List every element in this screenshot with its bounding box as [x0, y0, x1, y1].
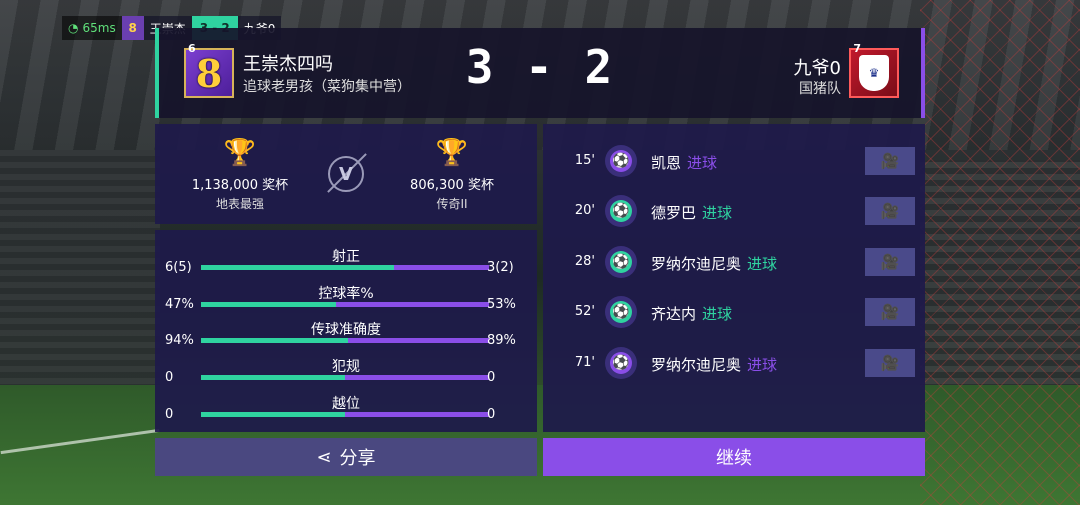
- match-header: 6 8 王崇杰四吗 追球老男孩（菜狗集中营） 3 - 2 九爷0 国猪队 7 ♛: [155, 28, 925, 118]
- home-trophy-count: 1,138,000 奖杯: [191, 178, 289, 193]
- stat-label: 控球率%: [318, 286, 374, 302]
- football-icon: ⚽: [605, 145, 637, 177]
- trophy-icon: 🏆: [435, 138, 469, 168]
- video-camera-icon: 🎥: [880, 202, 900, 220]
- video-replay-button[interactable]: 🎥: [865, 349, 915, 377]
- event-player-name: 齐达内: [651, 305, 697, 323]
- mini-home-badge: 8: [121, 16, 144, 40]
- share-button[interactable]: ⋖ 分享: [155, 438, 537, 476]
- stadium-stands-left: [0, 150, 160, 390]
- event-goal-label: 进球: [747, 356, 778, 374]
- stat-row: 犯规 0 0: [155, 356, 537, 392]
- stat-bar: [201, 265, 489, 270]
- stat-away-value: 3(2): [487, 260, 514, 275]
- video-replay-button[interactable]: 🎥: [865, 197, 915, 225]
- event-player-name: 罗纳尔迪尼奥: [651, 356, 742, 374]
- event-player: 齐达内 进球: [651, 303, 732, 324]
- away-trophy-count: 806,300 奖杯: [410, 178, 494, 193]
- stat-home-value: 94%: [165, 333, 194, 348]
- video-camera-icon: 🎥: [880, 152, 900, 170]
- share-icon: ⋖: [316, 446, 332, 468]
- stat-bar-home: [201, 412, 345, 417]
- away-league: 传奇II: [436, 197, 468, 211]
- stat-bar: [201, 338, 489, 343]
- continue-label: 继续: [716, 448, 752, 469]
- event-player: 德罗巴 进球: [651, 202, 732, 223]
- football-icon: ⚽: [605, 195, 637, 227]
- stat-bar: [201, 302, 489, 307]
- event-goal-label: 进球: [687, 154, 718, 172]
- stat-bar-home: [201, 375, 345, 380]
- stat-home-value: 0: [165, 370, 174, 385]
- event-player-name: 罗纳尔迪尼奥: [651, 255, 742, 273]
- ping-value: 65ms: [82, 21, 116, 35]
- stat-away-value: 0: [487, 407, 496, 422]
- goal-event: 15' ⚽ 凯恩 进球 🎥: [543, 141, 925, 181]
- event-goal-label: 进球: [702, 204, 733, 222]
- video-replay-button[interactable]: 🎥: [865, 248, 915, 276]
- event-minute: 28': [574, 254, 595, 269]
- video-replay-button[interactable]: 🎥: [865, 147, 915, 175]
- stat-row: 控球率% 47% 53%: [155, 283, 537, 319]
- goal-events-panel: 15' ⚽ 凯恩 进球 🎥 20' ⚽ 德罗巴 进球 🎥 28' ⚽ 罗纳尔迪尼奥进…: [543, 124, 925, 432]
- stat-bar-home: [201, 338, 348, 343]
- event-player: 凯恩 进球: [651, 152, 717, 173]
- stat-home-value: 6(5): [165, 260, 192, 275]
- home-trophy: 🏆 1,138,000 奖杯 地表最强: [160, 138, 320, 212]
- event-goal-label: 进球: [702, 305, 733, 323]
- stat-label: 犯规: [332, 359, 360, 375]
- goal-event: 71' ⚽ 罗纳尔迪尼奥 进球 🎥: [543, 343, 925, 383]
- stat-row: 传球准确度 94% 89%: [155, 319, 537, 355]
- goal-event: 20' ⚽ 德罗巴 进球 🎥: [543, 191, 925, 231]
- ping-indicator: ◔ 65ms: [62, 16, 122, 40]
- vs-icon: V: [328, 156, 364, 192]
- stat-bar-home: [201, 302, 337, 307]
- stat-away-value: 0: [487, 370, 496, 385]
- goal-event: 28' ⚽ 罗纳尔迪尼奥 进球 🎥: [543, 242, 925, 282]
- trophy-panel: 🏆 1,138,000 奖杯 地表最强 V 🏆 806,300 奖杯 传奇II: [155, 124, 537, 224]
- stat-label: 传球准确度: [311, 322, 381, 338]
- event-player: 罗纳尔迪尼奥 进球: [651, 354, 777, 375]
- stat-bar-home: [201, 265, 394, 270]
- stat-bar: [201, 375, 489, 380]
- continue-button[interactable]: 继续: [543, 438, 925, 476]
- wifi-icon: ◔: [68, 21, 79, 35]
- video-replay-button[interactable]: 🎥: [865, 298, 915, 326]
- video-camera-icon: 🎥: [880, 303, 900, 321]
- stat-bar: [201, 412, 489, 417]
- stat-away-value: 53%: [487, 297, 516, 312]
- stat-row: 越位 0 0: [155, 393, 537, 429]
- event-player: 罗纳尔迪尼奥 进球: [651, 253, 777, 274]
- stat-row: 射正 6(5) 3(2): [155, 246, 537, 282]
- stats-panel: 射正 6(5) 3(2) 控球率% 47% 53% 传球准确度 94% 89% …: [155, 230, 537, 432]
- goal-net: [920, 0, 1080, 505]
- video-camera-icon: 🎥: [880, 253, 900, 271]
- video-camera-icon: 🎥: [880, 354, 900, 372]
- football-icon: ⚽: [605, 246, 637, 278]
- share-label: 分享: [339, 448, 376, 469]
- stat-label: 射正: [332, 249, 360, 265]
- home-league: 地表最强: [215, 197, 264, 211]
- trophy-icon: 🏆: [223, 138, 257, 168]
- away-team-badge: 7 ♛: [849, 42, 899, 98]
- event-minute: 15': [574, 153, 595, 168]
- event-player-name: 德罗巴: [651, 204, 697, 222]
- three-lions-shield-icon: ♛: [859, 55, 889, 91]
- event-goal-label: 进球: [747, 255, 778, 273]
- stat-home-value: 47%: [165, 297, 194, 312]
- away-trophy: 🏆 806,300 奖杯 传奇II: [372, 138, 532, 212]
- event-minute: 52': [574, 304, 595, 319]
- event-player-name: 凯恩: [651, 154, 682, 172]
- stat-home-value: 0: [165, 407, 174, 422]
- football-icon: ⚽: [605, 347, 637, 379]
- stat-label: 越位: [332, 396, 360, 412]
- away-player-name: 九爷0: [793, 58, 841, 79]
- event-minute: 71': [574, 355, 595, 370]
- goal-event: 52' ⚽ 齐达内 进球 🎥: [543, 292, 925, 332]
- event-minute: 20': [574, 203, 595, 218]
- away-level: 7: [853, 42, 861, 55]
- stat-away-value: 89%: [487, 333, 516, 348]
- away-club-name: 国猪队: [799, 81, 841, 97]
- football-icon: ⚽: [605, 296, 637, 328]
